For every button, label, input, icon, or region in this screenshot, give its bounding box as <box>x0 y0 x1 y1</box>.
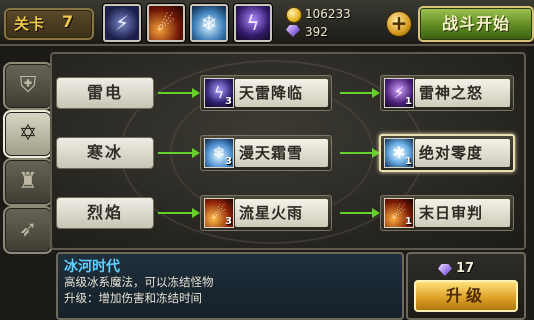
tab-castle[interactable]: ♜ <box>3 158 53 206</box>
skill-card-absolute-zero[interactable]: ✱ 1 绝对零度 <box>379 134 515 172</box>
skill-level: 3 <box>225 156 232 167</box>
bow-icon: ➶ <box>18 217 38 242</box>
gold-coin-icon <box>286 7 302 23</box>
skill-info-upgrade: 升级：增加伤害和冻结时间 <box>64 291 202 305</box>
add-currency-button[interactable]: + <box>386 11 412 37</box>
magic-star-icon: ✡ <box>18 121 38 146</box>
helmet-icon: ⛨ <box>19 73 37 98</box>
skill-name: 漫天霜雪 <box>239 144 304 162</box>
skill-level: 1 <box>405 156 412 167</box>
skill-name: 绝对零度 <box>419 144 484 162</box>
skill-name: 天雷降临 <box>239 84 304 102</box>
skill-name: 雷神之怒 <box>419 84 484 102</box>
skill-level: 1 <box>405 216 412 227</box>
castle-icon: ♜ <box>18 169 38 194</box>
level-number: 7 <box>62 12 74 31</box>
arrow <box>158 208 200 218</box>
equipped-skill-ice-icon[interactable]: ❄ <box>190 4 228 42</box>
skill-card-doomsday[interactable]: ☄ 1 末日审判 <box>380 195 514 231</box>
category-thunder: 雷电 <box>56 77 154 109</box>
arrow <box>158 88 200 98</box>
skill-card-thunder-descend[interactable]: ϟ 3 天雷降临 <box>200 75 332 111</box>
skill-card-meteor-shower[interactable]: ☄ 3 流星火雨 <box>200 195 332 231</box>
skill-level: 3 <box>225 96 232 107</box>
category-fire: 烈焰 <box>56 197 154 229</box>
skill-card-snowstorm[interactable]: ❄ 3 漫天霜雪 <box>200 135 332 171</box>
skill-name: 末日审判 <box>419 204 484 222</box>
skill-info-title: 冰河时代 <box>64 259 120 275</box>
gold-amount: 106233 <box>305 7 351 21</box>
skill-level: 3 <box>225 216 232 227</box>
upgrade-button[interactable]: 升级 <box>414 280 518 312</box>
arrow <box>158 148 200 158</box>
category-ice: 寒冰 <box>56 137 154 169</box>
tab-equipment[interactable]: ⛨ <box>3 62 53 110</box>
equipped-skill-meteor-icon[interactable]: ☄ <box>147 4 185 42</box>
start-battle-button[interactable]: 战斗开始 <box>418 6 534 42</box>
tab-magic[interactable]: ✡ <box>3 110 53 158</box>
equipped-skill-lightning-icon[interactable]: ⚡ <box>103 4 141 42</box>
level-label: 关卡 <box>14 15 45 33</box>
upgrade-cost: 17 <box>456 261 475 276</box>
gem-amount: 392 <box>305 25 328 39</box>
skill-card-thunder-wrath[interactable]: ⚡ 1 雷神之怒 <box>380 75 514 111</box>
skill-info-description: 高级冰系魔法，可以冻结怪物 <box>64 275 214 289</box>
equipped-skill-thunder-icon[interactable]: ϟ <box>234 4 272 42</box>
skill-level: 1 <box>405 96 412 107</box>
tab-archery[interactable]: ➶ <box>3 206 53 254</box>
arrow <box>340 148 380 158</box>
arrow <box>340 208 380 218</box>
skill-name: 流星火雨 <box>239 204 304 222</box>
arrow <box>340 88 380 98</box>
